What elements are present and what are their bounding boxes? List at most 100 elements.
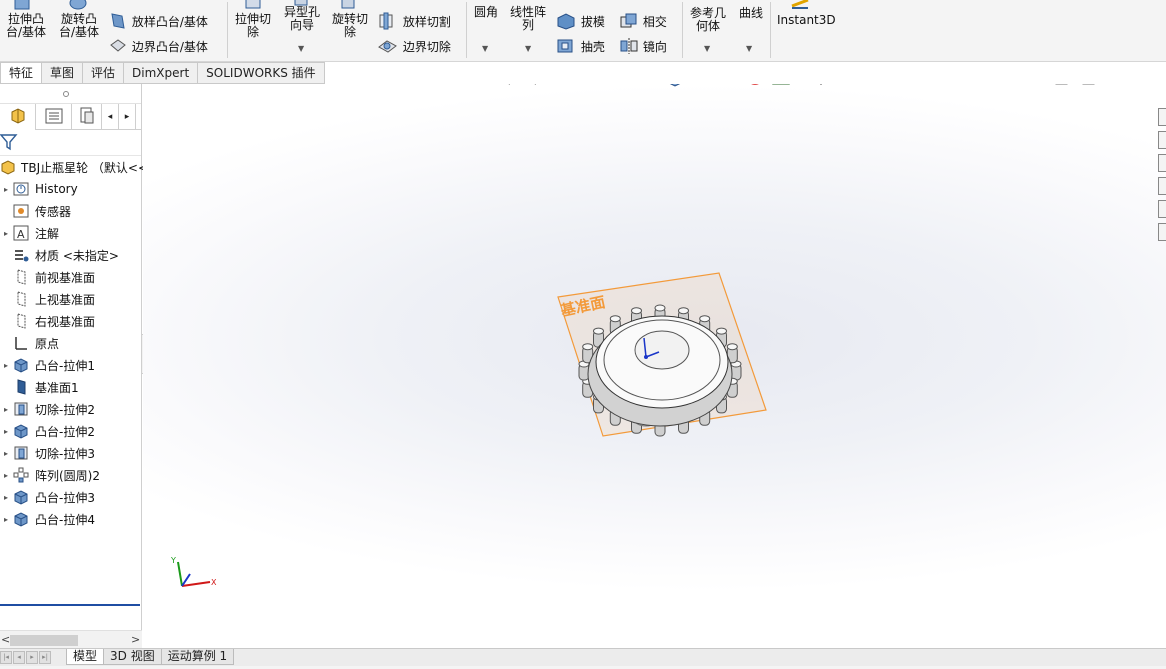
tree-node-boss-extrude[interactable]: ▸ 凸台-拉伸3 bbox=[0, 486, 141, 508]
tree-node-boss-extrude[interactable]: ▸ 凸台-拉伸2 bbox=[0, 420, 141, 442]
tree-node-origin[interactable]: 原点 bbox=[0, 332, 141, 354]
nav-prev-icon[interactable]: ◂ bbox=[13, 651, 25, 664]
tree-node-history[interactable]: ▸ History bbox=[0, 178, 141, 200]
tab-model[interactable]: 模型 bbox=[66, 649, 105, 665]
view-settings-icon[interactable] bbox=[813, 84, 829, 85]
mirror-icon bbox=[619, 37, 639, 58]
tree-node-sensor[interactable]: 传感器 bbox=[0, 200, 141, 222]
scroll-left-icon[interactable]: < bbox=[1, 633, 10, 646]
tree-node-circular-pattern[interactable]: ▸ 阵列(圆周)2 bbox=[0, 464, 141, 486]
annotation-icon: A bbox=[12, 224, 30, 242]
feature-tree-icon bbox=[8, 106, 28, 129]
tab-motion-study-1[interactable]: 运动算例 1 bbox=[160, 649, 235, 665]
curves-button[interactable]: 曲线 bbox=[736, 7, 766, 20]
graphics-area[interactable]: ▼ ▼ ▼ ▼ ▼ 基准面 X Y bbox=[143, 84, 1166, 648]
tab-3d-views[interactable]: 3D 视图 bbox=[103, 649, 162, 665]
ribbon-separator bbox=[227, 2, 228, 58]
expand-arrow-icon[interactable]: ▸ bbox=[0, 515, 12, 524]
shell-button[interactable]: 抽壳 bbox=[555, 37, 605, 58]
expand-arrow-icon[interactable]: ▸ bbox=[0, 185, 12, 194]
lofted-boss-button[interactable]: 放样凸台/基体 bbox=[108, 12, 208, 33]
task-pane-tab[interactable] bbox=[1158, 131, 1166, 149]
intersect-button[interactable]: 相交 bbox=[619, 12, 667, 33]
ribbon-separator bbox=[770, 2, 771, 58]
feature-manager-panel: ◂ ▸ TBJ止瓶星轮 （默认<< ▸ History 传感器 ▸ A 注解 材质 <未指定… bbox=[0, 84, 148, 648]
reference-geometry-button[interactable]: 参考几 何体 bbox=[686, 7, 730, 33]
extrude-boss-button[interactable]: 拉伸凸 台/基体 bbox=[4, 13, 48, 39]
nav-next-icon[interactable]: ▸ bbox=[26, 651, 38, 664]
instant3d-button[interactable]: Instant3D bbox=[777, 14, 836, 27]
curves-dropdown-arrow[interactable]: ▼ bbox=[746, 44, 752, 53]
tree-root-part[interactable]: TBJ止瓶星轮 （默认<< bbox=[0, 156, 148, 178]
heads-up-view-toolbar: ▼ ▼ ▼ ▼ ▼ bbox=[508, 84, 829, 87]
part-icon bbox=[0, 158, 16, 176]
expand-arrow-icon[interactable]: ▸ bbox=[0, 361, 12, 370]
command-manager-tabs: 特征 草图 评估 DimXpert SOLIDWORKS 插件 bbox=[0, 62, 344, 84]
tree-node-boss-extrude[interactable]: ▸ 凸台-拉伸4 bbox=[0, 508, 141, 530]
tree-filter-row[interactable] bbox=[0, 130, 141, 156]
expand-arrow-icon[interactable]: ▸ bbox=[0, 449, 12, 458]
panel-tab-scroll-left[interactable]: ◂ bbox=[102, 104, 119, 130]
boundary-cut-icon bbox=[377, 37, 399, 58]
tree-node-label: 凸台-拉伸1 bbox=[35, 358, 95, 373]
tree-node-annotation[interactable]: ▸ A 注解 bbox=[0, 222, 141, 244]
nav-first-icon[interactable]: |◂ bbox=[0, 651, 12, 664]
model-star-wheel[interactable]: 基准面 bbox=[546, 270, 776, 470]
task-pane-tab[interactable] bbox=[1158, 154, 1166, 172]
tree-rollback-bar[interactable] bbox=[0, 604, 140, 606]
expand-arrow-icon[interactable]: ▸ bbox=[0, 405, 12, 414]
expand-arrow-icon[interactable]: ▸ bbox=[0, 493, 12, 502]
boundary-cut-button[interactable]: 边界切除 bbox=[377, 37, 451, 58]
boundary-boss-button[interactable]: 边界凸台/基体 bbox=[108, 37, 208, 58]
tree-node-label: 注解 bbox=[35, 226, 60, 241]
hole-wizard-button[interactable]: 异型孔 向导 bbox=[280, 6, 324, 32]
reference-geometry-dropdown-arrow[interactable]: ▼ bbox=[704, 44, 710, 53]
linear-pattern-button[interactable]: 线性阵 列 bbox=[506, 0, 550, 32]
tab-dimxpert[interactable]: DimXpert bbox=[124, 62, 199, 84]
fillet-button[interactable]: 圆角 bbox=[470, 6, 502, 19]
scroll-right-icon[interactable]: > bbox=[131, 633, 140, 646]
scrollbar-thumb[interactable] bbox=[10, 635, 78, 646]
expand-arrow-icon[interactable]: ▸ bbox=[0, 229, 12, 238]
task-pane-tab[interactable] bbox=[1158, 200, 1166, 218]
tree-node-cut-extrude[interactable]: ▸ 切除-拉伸2 bbox=[0, 398, 141, 420]
task-pane-tab[interactable] bbox=[1158, 223, 1166, 241]
fillet-dropdown-arrow[interactable]: ▼ bbox=[482, 44, 488, 53]
revolve-boss-button[interactable]: 旋转凸 台/基体 bbox=[56, 13, 102, 39]
tab-features[interactable]: 特征 bbox=[0, 62, 43, 84]
boundary-cut-label: 边界切除 bbox=[402, 40, 451, 54]
tree-node-plane[interactable]: 右视基准面 bbox=[0, 310, 141, 332]
feature-manager-tab[interactable] bbox=[0, 104, 36, 130]
tree-node-label: History bbox=[35, 182, 78, 196]
expand-arrow-icon[interactable]: ▸ bbox=[0, 471, 12, 480]
hole-wizard-dropdown-arrow[interactable]: ▼ bbox=[298, 44, 304, 53]
draft-button[interactable]: 拔模 bbox=[555, 12, 605, 33]
tab-evaluate[interactable]: 评估 bbox=[83, 62, 125, 84]
configuration-manager-tab[interactable] bbox=[72, 104, 102, 130]
instant3d-label: Instant3D bbox=[777, 13, 836, 27]
linear-pattern-dropdown-arrow[interactable]: ▼ bbox=[525, 44, 531, 53]
mirror-button[interactable]: 镜向 bbox=[619, 37, 667, 58]
task-pane-tab[interactable] bbox=[1158, 108, 1166, 126]
tree-node-plane-solid[interactable]: 基准面1 bbox=[0, 376, 141, 398]
revolve-cut-button[interactable]: 旋转切 除 bbox=[328, 13, 372, 39]
extrude-cut-button[interactable]: 拉伸切 除 bbox=[232, 13, 274, 39]
tree-node-material[interactable]: 材质 <未指定> bbox=[0, 244, 141, 266]
property-manager-tab[interactable] bbox=[36, 104, 72, 130]
tree-node-plane[interactable]: 前视基准面 bbox=[0, 266, 141, 288]
intersect-icon bbox=[619, 12, 639, 33]
panel-grip[interactable] bbox=[0, 84, 141, 104]
expand-arrow-icon[interactable]: ▸ bbox=[0, 427, 12, 436]
tree-node-plane[interactable]: 上视基准面 bbox=[0, 288, 141, 310]
display-style-icon[interactable] bbox=[667, 84, 683, 87]
tab-solidworks-addins[interactable]: SOLIDWORKS 插件 bbox=[198, 62, 325, 84]
nav-last-icon[interactable]: ▸| bbox=[39, 651, 51, 664]
task-pane-tab[interactable] bbox=[1158, 177, 1166, 195]
tree-node-cut-extrude[interactable]: ▸ 切除-拉伸3 bbox=[0, 442, 141, 464]
tab-sketch[interactable]: 草图 bbox=[42, 62, 84, 84]
tree-node-boss-extrude[interactable]: ▸ 凸台-拉伸1 bbox=[0, 354, 141, 376]
lofted-cut-button[interactable]: 放样切割 bbox=[377, 12, 451, 33]
panel-tab-scroll-right[interactable]: ▸ bbox=[119, 104, 136, 130]
tree-horizontal-scrollbar[interactable]: < > bbox=[0, 630, 142, 648]
edit-appearance-icon[interactable] bbox=[747, 84, 763, 85]
